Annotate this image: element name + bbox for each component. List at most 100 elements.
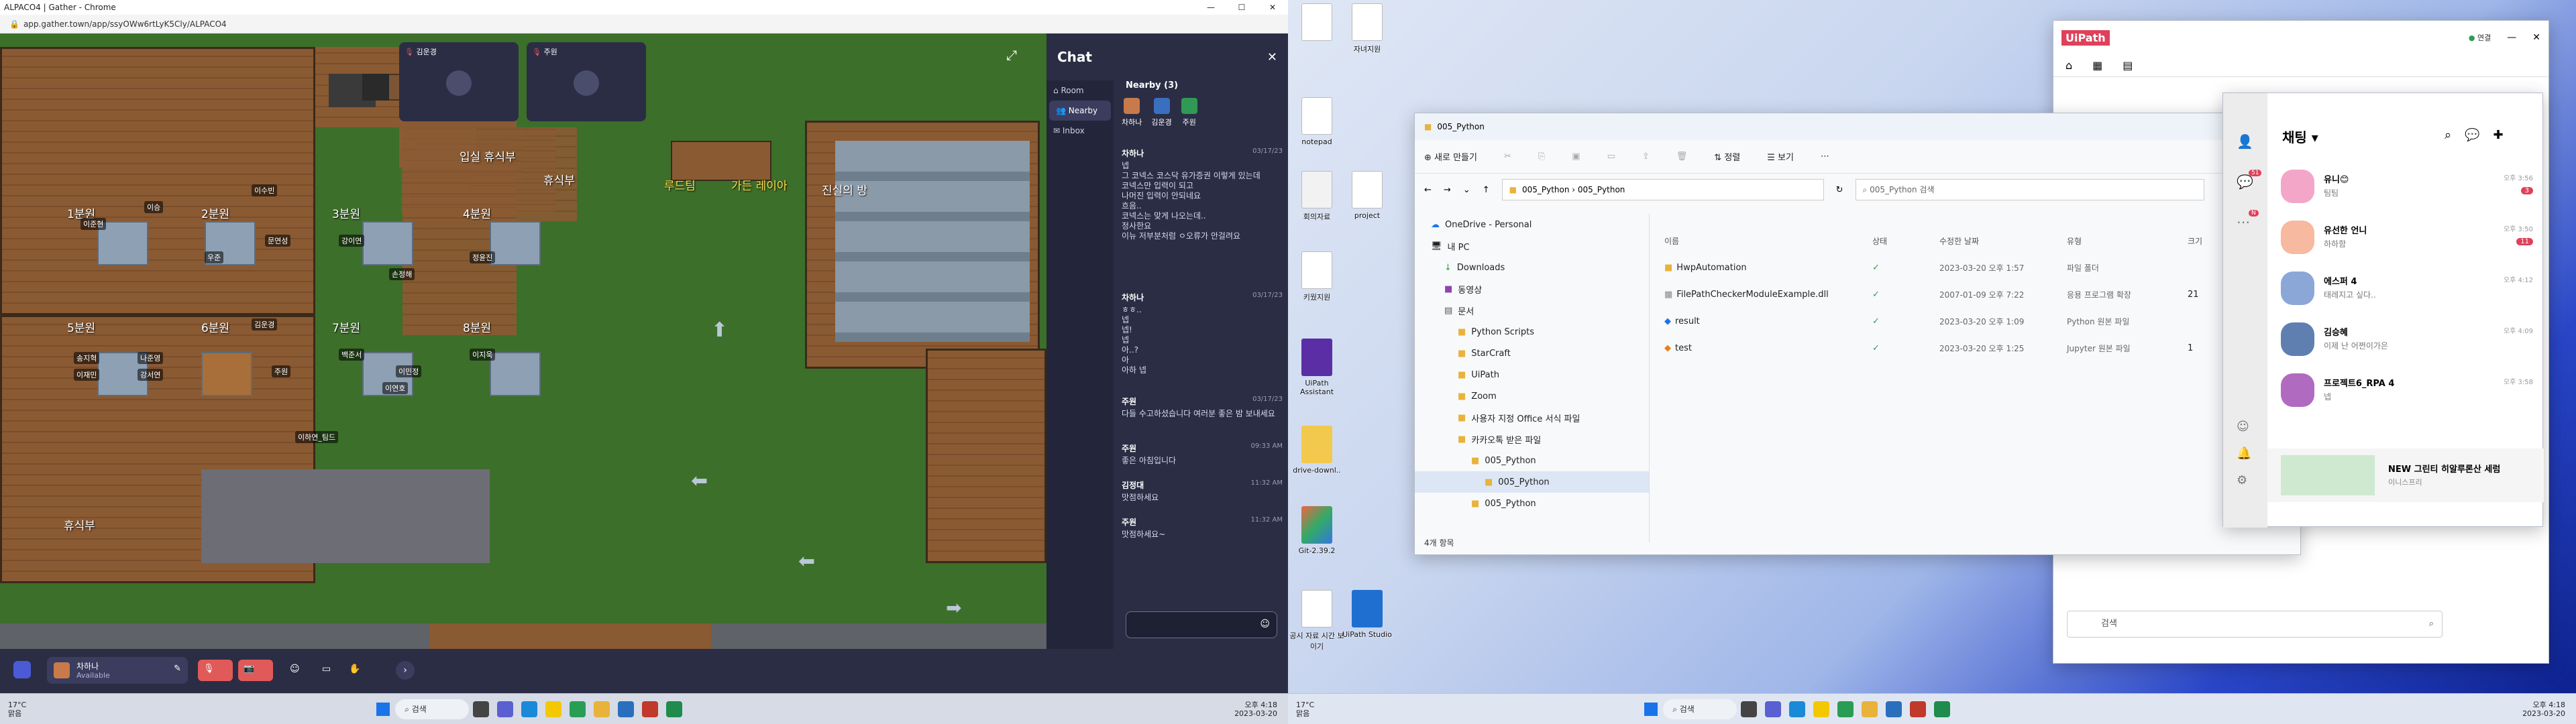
weather-widget[interactable]: 17°C 맑음 bbox=[1296, 701, 1314, 718]
desktop-icon[interactable] bbox=[1288, 3, 1346, 44]
player-tag[interactable]: 문연성 bbox=[265, 235, 291, 247]
player-tag[interactable]: 이지욱 bbox=[470, 349, 496, 361]
maximize-icon[interactable]: ☐ bbox=[1226, 3, 1257, 12]
screen-share-icon[interactable]: ▭ bbox=[322, 664, 331, 674]
back-icon[interactable]: ← bbox=[1424, 185, 1432, 195]
taskview-icon[interactable] bbox=[1741, 701, 1758, 717]
bell-icon[interactable]: 🔔 bbox=[2237, 446, 2251, 461]
list-item[interactable]: 김승혜 이제 난 어쩐이가은 오후 4:09 bbox=[2267, 313, 2544, 364]
new-button[interactable]: ⊕ 새로 만들기 bbox=[1424, 150, 1477, 163]
forward-icon[interactable]: → bbox=[1444, 185, 1451, 195]
tree-item[interactable]: ■ StarCraft bbox=[1415, 343, 1649, 364]
tree-item[interactable]: ■ 동영상 bbox=[1415, 278, 1649, 300]
chevron-right-icon[interactable]: › bbox=[396, 661, 415, 680]
desktop-icon[interactable]: notepad bbox=[1288, 97, 1346, 146]
desktop-icon[interactable]: 회의자료 bbox=[1288, 171, 1346, 222]
emoji-icon[interactable]: ☺ bbox=[2237, 420, 2249, 434]
table-row[interactable]: ◆ result ✓ 2023-03-20 오후 1:09 Python 원본 파일 bbox=[1664, 308, 2295, 335]
table-row[interactable]: ▦ FilePathCheckerModuleExample.dll ✓ 2007-0… bbox=[1664, 281, 2295, 308]
player-tag[interactable]: 송지혁 bbox=[74, 352, 100, 364]
clock[interactable]: 오후 4:18 2023-03-20 bbox=[2522, 701, 2565, 718]
chrome-icon[interactable] bbox=[570, 701, 586, 717]
kakao-icon[interactable] bbox=[1813, 701, 1830, 717]
desktop-icon[interactable]: UiPath Assistant bbox=[1288, 339, 1346, 396]
tree-item[interactable]: ■ Zoom bbox=[1415, 385, 1649, 407]
expand-icon[interactable]: ⤢ bbox=[1006, 47, 1017, 63]
table-row[interactable]: ◆ test ✓ 2023-03-20 오후 1:25 Jupyter 원본 파일 1 bbox=[1664, 335, 2295, 361]
gear-icon[interactable]: ⚙ bbox=[2237, 473, 2247, 487]
tab-room[interactable]: ⌂ Room bbox=[1046, 80, 1114, 101]
player-tag[interactable]: 이수빈 bbox=[252, 184, 278, 196]
tree-item[interactable]: ☁ OneDrive - Personal bbox=[1415, 214, 1649, 235]
player-tag[interactable]: 손정해 bbox=[389, 268, 415, 280]
list-item[interactable]: 유니😊 팀팀 오후 3:56 3 bbox=[2267, 160, 2544, 211]
emoji-icon[interactable]: ☺ bbox=[290, 664, 300, 674]
kakao-icon[interactable] bbox=[545, 701, 562, 717]
clock[interactable]: 오후 4:18 2023-03-20 bbox=[1234, 701, 1277, 718]
mic-toggle[interactable]: 🎙 bbox=[198, 660, 233, 681]
player-tag[interactable]: 이연호 bbox=[382, 382, 409, 394]
video-tile[interactable]: 🎙 주원 bbox=[527, 42, 646, 121]
desktop-icon[interactable]: UiPath Studio bbox=[1338, 590, 1396, 639]
tree-item[interactable]: ■ 005_Python bbox=[1415, 493, 1649, 514]
vscode-icon[interactable] bbox=[618, 701, 635, 717]
delete-icon[interactable]: 🗑 bbox=[1676, 152, 1688, 162]
friends-icon[interactable]: 👤 bbox=[2237, 133, 2254, 149]
edit-icon[interactable]: ✎ bbox=[174, 664, 181, 674]
player-tag[interactable]: 강이연 bbox=[339, 235, 365, 247]
list-item[interactable]: 프로젝트6_RPA 4 넵 오후 3:58 bbox=[2267, 364, 2544, 415]
tree-item[interactable]: ■ 005_Python bbox=[1415, 450, 1649, 471]
up-icon[interactable]: ↑ bbox=[1483, 185, 1490, 195]
desktop-icon[interactable]: 자녀지원 bbox=[1338, 3, 1396, 54]
windows-start-icon[interactable] bbox=[1643, 701, 1659, 717]
window-icon[interactable]: ▤ bbox=[2123, 59, 2133, 72]
desktop-icon[interactable]: drive-downl.. bbox=[1288, 426, 1346, 475]
explorer-icon[interactable] bbox=[1862, 701, 1878, 717]
player-tag[interactable]: 주원 bbox=[272, 365, 291, 377]
close-icon[interactable]: ✕ bbox=[2532, 32, 2540, 43]
tree-item[interactable]: ■ Python Scripts bbox=[1415, 321, 1649, 343]
address-bar[interactable]: 🔒 app.gather.town/app/ssyOWw6rtLyK5Cly/AL… bbox=[0, 15, 1288, 34]
refresh-icon[interactable]: ↻ bbox=[1836, 185, 1843, 195]
more-icon[interactable]: ⋯ bbox=[1821, 152, 1829, 162]
col-size[interactable]: 크기 bbox=[2188, 235, 2202, 247]
excel-icon[interactable] bbox=[666, 701, 683, 717]
paste-icon[interactable]: ▣ bbox=[1572, 152, 1580, 162]
chevron-down-icon[interactable]: ⌄ bbox=[1463, 185, 1470, 195]
nearby-person[interactable]: 차하나 bbox=[1122, 98, 1142, 127]
powerpoint-icon[interactable] bbox=[1910, 701, 1927, 717]
player-tag[interactable]: 강서연 bbox=[138, 369, 164, 381]
powerpoint-icon[interactable] bbox=[642, 701, 659, 717]
tab-inbox[interactable]: ✉ Inbox bbox=[1046, 121, 1114, 141]
player-tag[interactable]: 이민정 bbox=[396, 365, 422, 377]
nearby-person[interactable]: 김운경 bbox=[1151, 98, 1172, 127]
sort-button[interactable]: ⇅ 정렬 bbox=[1714, 150, 1740, 163]
table-row[interactable]: ■ HwpAutomation ✓ 2023-03-20 오후 1:57 파일 폴더 bbox=[1664, 254, 2295, 281]
weather-widget[interactable]: 17°C 맑음 bbox=[8, 701, 26, 718]
chrome-icon[interactable] bbox=[1837, 701, 1854, 717]
copy-icon[interactable]: ⎘ bbox=[1538, 152, 1545, 162]
ad-banner[interactable]: NEW 그린티 히알루론산 세럼 이니스프리 bbox=[2267, 448, 2544, 502]
close-icon[interactable]: ✕ bbox=[1267, 50, 1277, 64]
breadcrumb[interactable]: ■ 005_Python › 005_Python bbox=[1501, 179, 1824, 200]
col-status[interactable]: 상태 bbox=[1872, 235, 1939, 247]
player-tag[interactable]: 이준현 bbox=[80, 218, 107, 230]
vscode-icon[interactable] bbox=[1886, 701, 1902, 717]
nearby-person[interactable]: 주원 bbox=[1181, 98, 1197, 127]
tab-nearby[interactable]: 👥 Nearby bbox=[1049, 101, 1111, 121]
teams-icon[interactable] bbox=[497, 701, 514, 717]
desktop-icon[interactable]: 공시 자료 시간 보이기 bbox=[1288, 590, 1346, 652]
player-tag[interactable]: 우준 bbox=[205, 251, 224, 263]
desktop-icon[interactable]: Git-2.39.2 bbox=[1288, 506, 1346, 555]
desktop-icon[interactable]: 키웠지원 bbox=[1288, 251, 1346, 302]
rename-icon[interactable]: ▭ bbox=[1607, 152, 1615, 162]
player-tag[interactable]: 정윤진 bbox=[470, 251, 496, 263]
minimize-icon[interactable]: — bbox=[2507, 32, 2516, 43]
chat-icon[interactable]: 💬 51 bbox=[2237, 170, 2262, 190]
tree-item[interactable]: ▤ 문서 bbox=[1415, 300, 1649, 321]
share-icon[interactable]: ⇪ bbox=[1642, 152, 1650, 162]
list-item[interactable]: 에스퍼 4 태레지고 싶다.. 오후 4:12 bbox=[2267, 262, 2544, 313]
emoji-icon[interactable]: ☺ bbox=[1260, 619, 1270, 629]
teams-icon[interactable] bbox=[1765, 701, 1782, 717]
uipath-search[interactable]: 검색 ⌕ bbox=[2067, 611, 2443, 638]
